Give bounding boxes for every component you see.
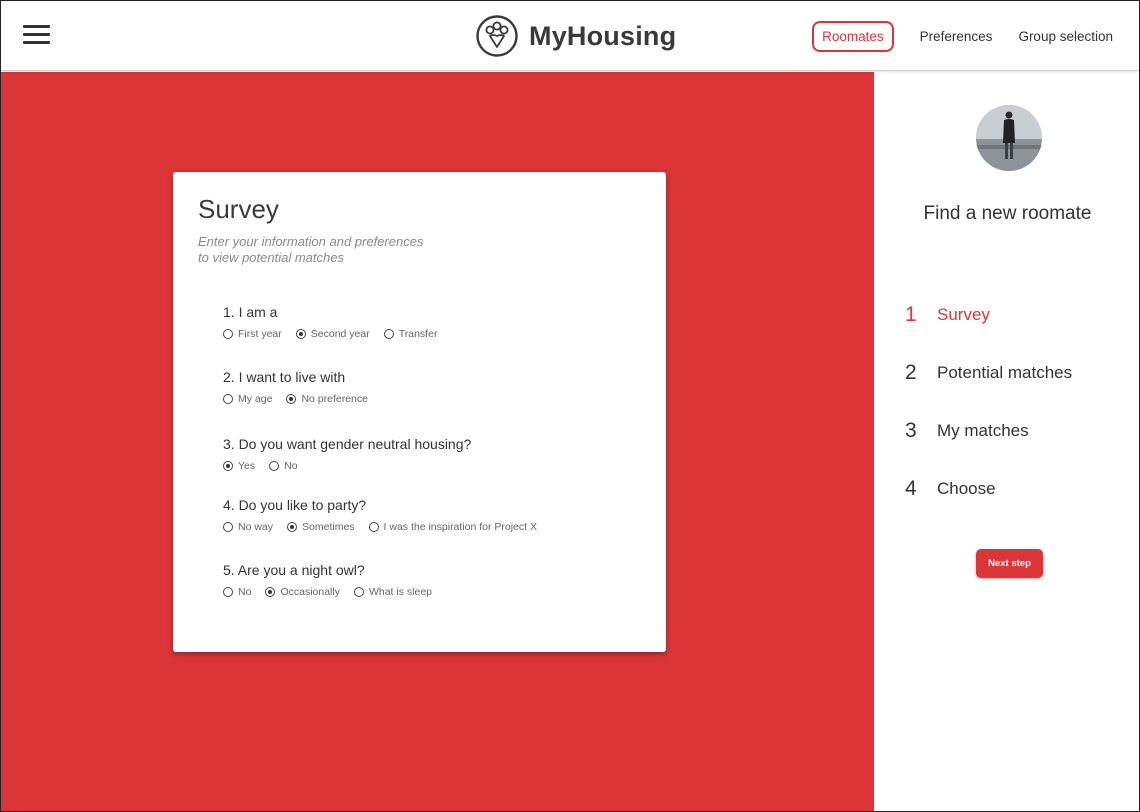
radio-button[interactable] [223, 587, 233, 597]
option-no-preference[interactable]: No preference [286, 393, 368, 405]
question-label: 2. I want to live with [223, 369, 346, 385]
panel-title: Find a new roomate [923, 203, 1092, 224]
option-no[interactable]: No [223, 586, 251, 598]
option-label: Occasionally [280, 586, 340, 598]
step-list: 1 Survey 2 Potential matches 3 My matche… [905, 286, 1072, 518]
option-label: My age [238, 393, 273, 405]
step-choose[interactable]: 4 Choose [905, 460, 1072, 518]
survey-subtitle: Enter your information and preferences t… [198, 234, 458, 266]
option-project-x[interactable]: I was the inspiration for Project X [368, 521, 538, 533]
roomate-panel: Find a new roomate 1 Survey 2 Potential … [875, 72, 1139, 811]
question-label: 3. Do you want gender neutral housing? [223, 436, 472, 452]
question-label: 1. I am a [223, 304, 278, 320]
question-3: 3. Do you want gender neutral housing? Y… [223, 436, 471, 472]
question-options: Yes No [223, 460, 471, 472]
option-my-age[interactable]: My age [223, 393, 272, 405]
radio-button-selected[interactable] [223, 461, 233, 471]
option-transfer[interactable]: Transfer [383, 328, 438, 340]
survey-card: Survey Enter your information and prefer… [173, 172, 666, 652]
radio-button[interactable] [383, 329, 394, 339]
radio-button[interactable] [353, 587, 364, 597]
radio-button[interactable] [223, 522, 233, 532]
radio-button-selected[interactable] [286, 394, 297, 404]
option-occasionally[interactable]: Occasionally [265, 586, 340, 598]
next-step-button[interactable]: Next step [976, 549, 1043, 578]
option-label: First year [238, 328, 282, 340]
step-number: 4 [905, 477, 917, 500]
app-frame: MyHousing Roomates Preferences Group sel… [0, 0, 1140, 812]
question-options: No Occasionally What is sleep [223, 586, 446, 598]
step-my-matches[interactable]: 3 My matches [905, 402, 1072, 460]
question-label: 5. Are you a night owl? [223, 562, 365, 578]
radio-button[interactable] [368, 522, 379, 532]
question-4: 4. Do you like to party? No way Sometime… [223, 497, 551, 533]
option-sometimes[interactable]: Sometimes [287, 521, 355, 533]
step-number: 3 [905, 419, 917, 442]
option-yes[interactable]: Yes [223, 460, 255, 472]
option-no-way[interactable]: No way [223, 521, 273, 533]
option-label: No preference [301, 393, 368, 405]
step-label: Choose [937, 479, 996, 498]
hamburger-menu-icon[interactable] [23, 25, 50, 45]
question-options: First year Second year Transfer [223, 328, 451, 340]
avatar[interactable] [976, 105, 1042, 171]
step-label: Potential matches [937, 363, 1073, 382]
brand[interactable]: MyHousing [475, 14, 676, 58]
top-header: MyHousing Roomates Preferences Group sel… [1, 1, 1139, 71]
step-number: 2 [905, 361, 917, 384]
radio-button[interactable] [223, 329, 233, 339]
radio-button-selected[interactable] [265, 587, 276, 597]
option-label: What is sleep [368, 586, 432, 598]
step-number: 1 [905, 303, 917, 326]
option-what-is-sleep[interactable]: What is sleep [353, 586, 432, 598]
survey-subtitle-line1: Enter your information and preferences [198, 234, 424, 249]
question-options: No way Sometimes I was the inspiration f… [223, 521, 551, 533]
profile-photo-icon [976, 105, 1042, 171]
brand-name: MyHousing [529, 20, 677, 51]
question-options: My age No preference [223, 393, 382, 405]
option-label: Yes [238, 460, 256, 472]
option-no[interactable]: No [269, 460, 298, 472]
radio-button-selected[interactable] [287, 522, 298, 532]
option-label: No way [238, 521, 274, 533]
question-label: 4. Do you like to party? [223, 497, 367, 513]
step-label: My matches [937, 421, 1029, 440]
nav-preferences[interactable]: Preferences [920, 29, 993, 44]
option-label: Sometimes [302, 521, 355, 533]
radio-button[interactable] [223, 394, 233, 404]
step-label: Survey [937, 305, 990, 324]
step-survey[interactable]: 1 Survey [905, 286, 1072, 344]
option-label: No [284, 460, 298, 472]
option-first-year[interactable]: First year [223, 328, 282, 340]
option-label: Second year [310, 328, 370, 340]
question-5: 5. Are you a night owl? No Occasionally … [223, 562, 446, 598]
option-label: No [238, 586, 252, 598]
option-second-year[interactable]: Second year [295, 328, 370, 340]
option-label: Transfer [398, 328, 438, 340]
step-potential-matches[interactable]: 2 Potential matches [905, 344, 1072, 402]
nav-group-selection[interactable]: Group selection [1018, 29, 1113, 44]
question-2: 2. I want to live with My age No prefere… [223, 369, 382, 405]
option-label: I was the inspiration for Project X [383, 521, 538, 533]
radio-button-selected[interactable] [295, 329, 306, 339]
myhousing-logo-icon [476, 15, 518, 57]
question-1: 1. I am a First year Second year Transfe… [223, 304, 451, 340]
survey-subtitle-line2: to view potential matches [198, 250, 344, 265]
top-nav: Roomates Preferences Group selection [812, 20, 1113, 52]
survey-title: Survey [198, 194, 279, 224]
radio-button[interactable] [269, 461, 280, 471]
nav-roomates[interactable]: Roomates [812, 20, 894, 52]
